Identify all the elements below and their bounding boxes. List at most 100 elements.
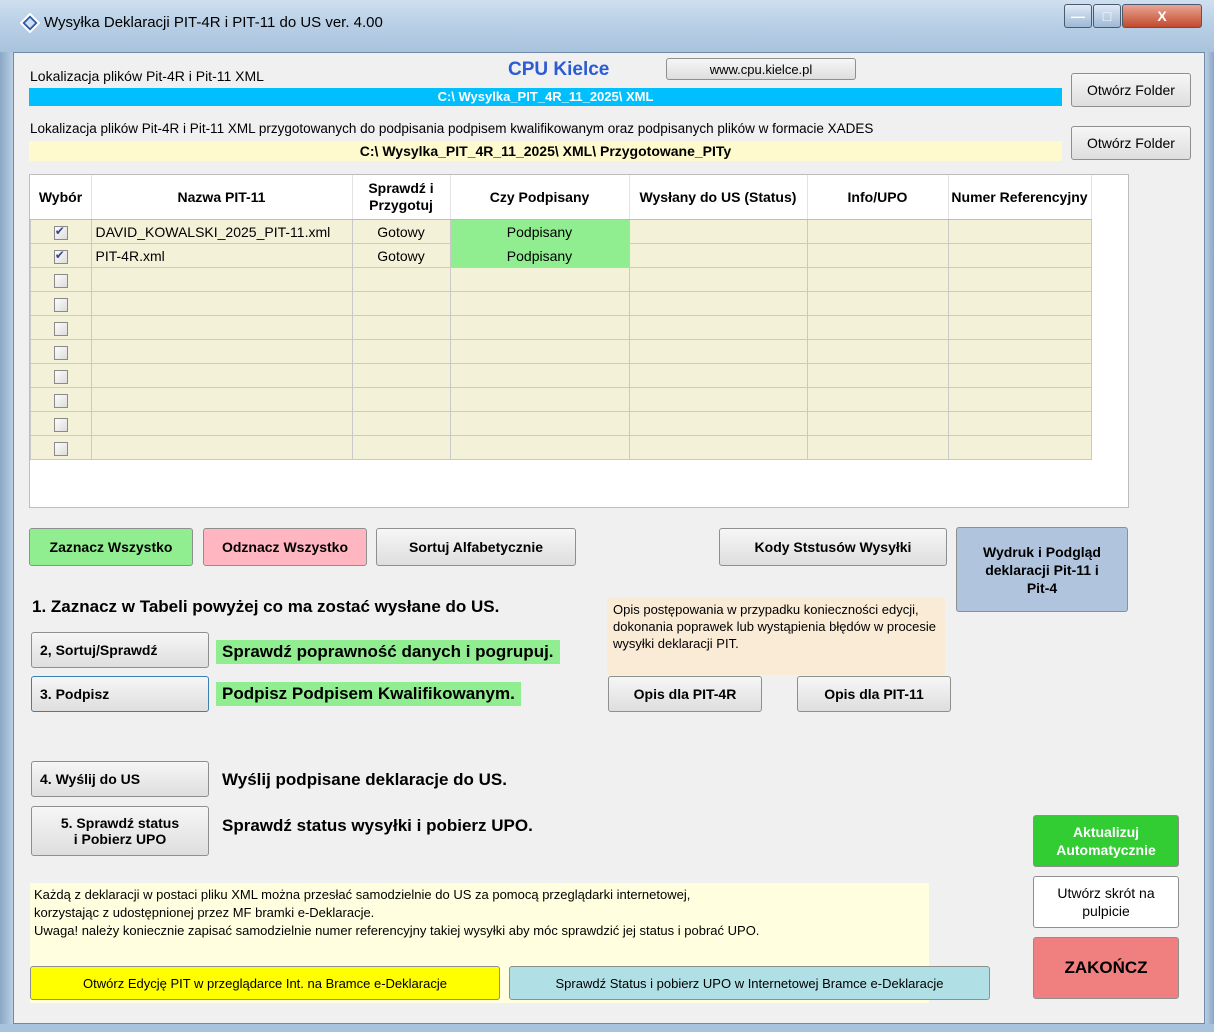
check-status-button[interactable]: 5. Sprawdź status i Pobierz UPO — [31, 806, 209, 856]
prepared-cell — [351, 291, 451, 316]
table-row[interactable] — [30, 363, 1092, 388]
close-button[interactable]: X — [1122, 4, 1202, 28]
col-header-info[interactable]: Info/UPO — [807, 175, 949, 220]
description-pit4r-button[interactable]: Opis dla PIT-4R — [608, 676, 762, 712]
website-button[interactable]: www.cpu.kielce.pl — [666, 58, 856, 80]
select-cell[interactable] — [30, 339, 92, 364]
select-cell[interactable] — [30, 363, 92, 388]
select-checkbox[interactable] — [53, 393, 68, 408]
file-name-cell[interactable] — [90, 291, 353, 316]
pit-files-grid[interactable]: Wybór Nazwa PIT-11 Sprawdź i Przygotuj C… — [29, 174, 1129, 508]
file-name-cell[interactable] — [90, 339, 353, 364]
prepared-cell — [351, 435, 451, 460]
table-row[interactable] — [30, 387, 1092, 412]
reference-number-cell — [947, 387, 1092, 412]
file-name-cell[interactable] — [90, 363, 353, 388]
table-header-row: Wybór Nazwa PIT-11 Sprawdź i Przygotuj C… — [30, 175, 1092, 220]
brand-title: CPU Kielce — [508, 59, 610, 80]
deselect-all-button[interactable]: Odznacz Wszystko — [203, 528, 367, 566]
file-name-cell[interactable] — [90, 315, 353, 340]
xml-location-label: Lokalizacja plików Pit-4R i Pit-11 XML — [30, 68, 264, 84]
select-cell[interactable] — [30, 435, 92, 460]
table-row[interactable] — [30, 339, 1092, 364]
info-upo-cell — [806, 243, 949, 268]
description-pit11-button[interactable]: Opis dla PIT-11 — [797, 676, 951, 712]
reference-number-cell — [947, 267, 1092, 292]
bottom-note-line-2: korzystając z udostępnionej przez MF bra… — [34, 905, 375, 920]
select-checkbox[interactable] — [53, 417, 68, 432]
info-upo-cell — [806, 339, 949, 364]
col-header-wyslany[interactable]: Wysłany do US (Status) — [629, 175, 808, 220]
file-name-cell[interactable] — [90, 411, 353, 436]
print-preview-button[interactable]: Wydruk i Podgląd deklaracji Pit-11 i Pit… — [956, 527, 1128, 612]
select-cell[interactable] — [30, 243, 92, 268]
info-upo-cell — [806, 291, 949, 316]
file-name-cell[interactable] — [90, 435, 353, 460]
send-to-us-button[interactable]: 4. Wyślij do US — [31, 761, 209, 797]
step3-description: Podpisz Podpisem Kwalifikowanym. — [216, 682, 521, 706]
col-header-sprawdz[interactable]: Sprawdź i Przygotuj — [352, 175, 451, 220]
sent-status-cell — [628, 435, 808, 460]
sign-label: 3. Podpisz — [40, 686, 110, 702]
file-name-cell[interactable]: DAVID_KOWALSKI_2025_PIT-11.xml — [90, 219, 353, 244]
sort-alphabetically-button[interactable]: Sortuj Alfabetycznie — [376, 528, 576, 566]
file-name-cell[interactable]: PIT-4R.xml — [90, 243, 353, 268]
reference-number-cell — [947, 219, 1092, 244]
table-row[interactable]: DAVID_KOWALSKI_2025_PIT-11.xmlGotowyPodp… — [30, 219, 1092, 244]
signed-location-label: Lokalizacja plików Pit-4R i Pit-11 XML p… — [30, 121, 874, 136]
signed-cell — [449, 291, 630, 316]
select-checkbox[interactable] — [53, 248, 68, 264]
table-row[interactable] — [30, 315, 1092, 340]
col-header-podpisany[interactable]: Czy Podpisany — [450, 175, 630, 220]
select-checkbox[interactable] — [53, 273, 68, 288]
bottom-note-line-3: Uwaga! należy koniecznie zapisać samodzi… — [34, 923, 760, 938]
update-automatically-button[interactable]: Aktualizuj Automatycznie — [1033, 815, 1179, 867]
select-checkbox[interactable] — [53, 321, 68, 336]
reference-number-cell — [947, 291, 1092, 316]
reference-number-cell — [947, 315, 1092, 340]
select-all-button[interactable]: Zaznacz Wszystko — [29, 528, 193, 566]
select-cell[interactable] — [30, 387, 92, 412]
maximize-button[interactable]: □ — [1093, 4, 1121, 28]
select-cell[interactable] — [30, 315, 92, 340]
file-name-cell[interactable] — [90, 387, 353, 412]
signed-cell: Podpisany — [449, 219, 630, 244]
select-checkbox[interactable] — [53, 345, 68, 360]
select-cell[interactable] — [30, 411, 92, 436]
signed-cell — [449, 267, 630, 292]
col-header-numer[interactable]: Numer Referencyjny — [948, 175, 1092, 220]
col-header-wybor[interactable]: Wybór — [30, 175, 92, 220]
select-checkbox[interactable] — [53, 224, 68, 240]
check-status-web-button[interactable]: Sprawdź Status i pobierz UPO w Interneto… — [509, 966, 990, 1000]
open-edit-web-button[interactable]: Otwórz Edycję PIT w przeglądarce Int. na… — [30, 966, 500, 1000]
send-label: 4. Wyślij do US — [40, 771, 141, 787]
select-checkbox[interactable] — [53, 297, 68, 312]
xml-path-value: C:\ Wysylka_PIT_4R_11_2025\ XML — [437, 89, 654, 104]
table-row[interactable] — [30, 267, 1092, 292]
table-row[interactable] — [30, 411, 1092, 436]
create-shortcut-button[interactable]: Utwórz skrót na pulpicie — [1033, 876, 1179, 928]
table-row[interactable] — [30, 291, 1092, 316]
select-cell[interactable] — [30, 219, 92, 244]
table-row[interactable]: PIT-4R.xmlGotowyPodpisany — [30, 243, 1092, 268]
app-icon — [19, 12, 41, 34]
file-name-cell[interactable] — [90, 267, 353, 292]
open-folder-button-2[interactable]: Otwórz Folder — [1071, 126, 1191, 160]
select-cell[interactable] — [30, 267, 92, 292]
open-folder-button-1[interactable]: Otwórz Folder — [1071, 73, 1191, 107]
title-bar[interactable]: Wysyłka Deklaracji PIT-4R i PIT-11 do US… — [0, 0, 1214, 52]
select-cell[interactable] — [30, 291, 92, 316]
reference-number-cell — [947, 435, 1092, 460]
sort-check-button[interactable]: 2, Sortuj/Sprawdź — [31, 632, 209, 668]
select-checkbox[interactable] — [53, 369, 68, 384]
minimize-button[interactable]: — — [1064, 4, 1092, 28]
prepared-cell — [351, 363, 451, 388]
prepared-cell: Gotowy — [351, 243, 451, 268]
col-header-nazwa[interactable]: Nazwa PIT-11 — [91, 175, 353, 220]
signed-cell — [449, 315, 630, 340]
status-codes-button[interactable]: Kody Ststusów Wysyłki — [719, 528, 947, 566]
sign-button[interactable]: 3. Podpisz — [31, 676, 209, 712]
finish-button[interactable]: ZAKOŃCZ — [1033, 937, 1179, 999]
table-row[interactable] — [30, 435, 1092, 460]
select-checkbox[interactable] — [53, 441, 68, 456]
